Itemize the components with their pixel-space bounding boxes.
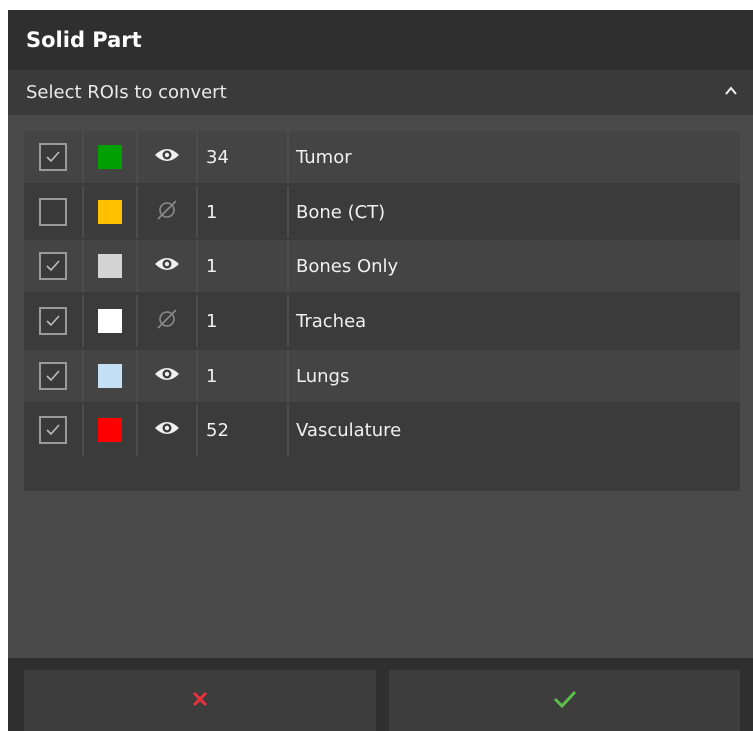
roi-row[interactable]: 52 Vasculature — [24, 404, 740, 456]
eye-icon[interactable] — [154, 419, 180, 441]
eye-hidden-icon[interactable] — [154, 309, 180, 333]
select-rois-section-header[interactable]: Select ROIs to convert — [8, 70, 753, 115]
roi-name: Lungs — [296, 365, 350, 387]
roi-color-swatch[interactable] — [98, 254, 122, 278]
table-footer — [24, 458, 740, 491]
eye-hidden-icon[interactable] — [154, 200, 180, 224]
roi-color-swatch[interactable] — [98, 145, 122, 169]
close-icon — [191, 690, 209, 712]
panel-title: Solid Part — [26, 28, 142, 52]
eye-icon[interactable] — [154, 146, 180, 168]
roi-count: 1 — [198, 350, 289, 402]
roi-row[interactable]: 1 Lungs — [24, 350, 740, 402]
eye-icon[interactable] — [154, 365, 180, 387]
roi-name: Bone (CT) — [296, 201, 386, 223]
action-bar — [8, 658, 753, 731]
roi-name: Bones Only — [296, 255, 399, 277]
panel-title-bar: Solid Part — [8, 10, 753, 70]
roi-name: Vasculature — [296, 419, 402, 441]
roi-color-swatch[interactable] — [98, 364, 122, 388]
roi-checkbox[interactable] — [39, 143, 67, 171]
roi-count: 1 — [198, 186, 289, 238]
roi-name: Trachea — [296, 310, 367, 332]
roi-color-swatch[interactable] — [98, 309, 122, 333]
roi-row[interactable]: 34 Tumor — [24, 131, 740, 183]
cancel-button[interactable] — [24, 670, 376, 731]
chevron-up-icon[interactable] — [723, 83, 739, 103]
section-label: Select ROIs to convert — [26, 82, 227, 103]
roi-checkbox[interactable] — [39, 362, 67, 390]
roi-count: 34 — [198, 131, 289, 183]
confirm-button[interactable] — [389, 670, 740, 731]
roi-count: 52 — [198, 404, 289, 456]
roi-count: 1 — [198, 240, 289, 292]
roi-checkbox[interactable] — [39, 252, 67, 280]
roi-color-swatch[interactable] — [98, 418, 122, 442]
roi-count: 1 — [198, 295, 289, 347]
roi-row[interactable]: 1 Bones Only — [24, 240, 740, 292]
roi-row[interactable]: 1 Bone (CT) — [24, 186, 740, 238]
roi-checkbox[interactable] — [39, 416, 67, 444]
checkmark-icon — [552, 689, 578, 713]
roi-checkbox[interactable] — [39, 198, 67, 226]
roi-color-swatch[interactable] — [98, 200, 122, 224]
roi-name: Tumor — [296, 146, 352, 168]
roi-table: 34 Tumor 1 Bone (CT) 1 Bones Only 1 Trachea 1 Lun… — [24, 131, 740, 491]
solid-part-panel: Solid Part Select ROIs to convert 34 Tumo… — [8, 10, 753, 731]
roi-row[interactable]: 1 Trachea — [24, 295, 740, 347]
eye-icon[interactable] — [154, 255, 180, 277]
roi-checkbox[interactable] — [39, 307, 67, 335]
